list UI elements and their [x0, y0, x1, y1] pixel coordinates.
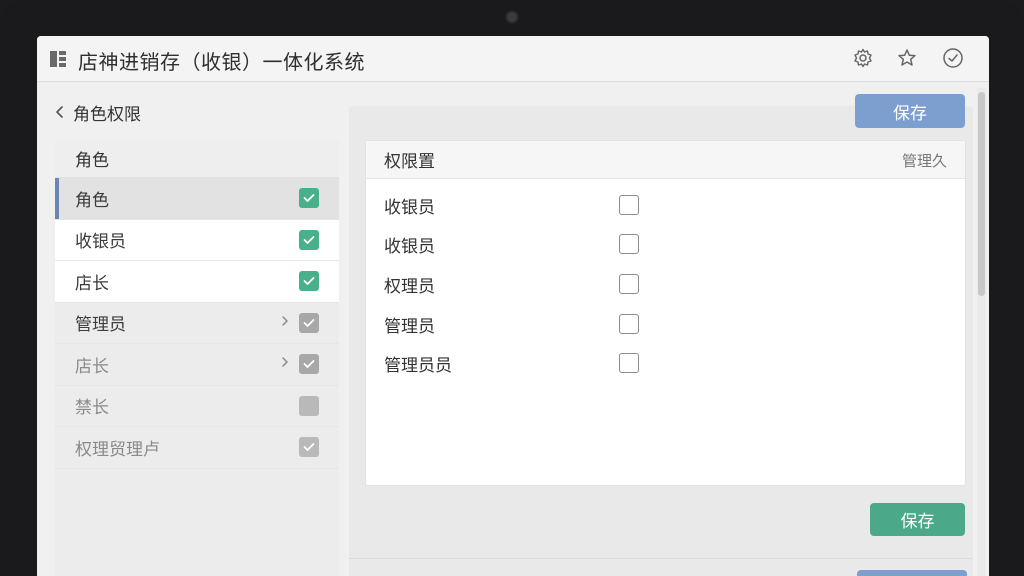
role-row-6[interactable]: 权理贸理卢 — [55, 427, 339, 469]
app-window: 店神进销存（收银）一体化系统 角色权限 角色 角色 收银员 店长 管理员 店长 … — [37, 36, 989, 576]
settings-button[interactable] — [851, 46, 875, 70]
permission-checkbox-1[interactable] — [619, 234, 639, 254]
permission-checkbox-2[interactable] — [619, 274, 639, 294]
grid-icon — [50, 51, 66, 67]
permission-row-1: 收银员 — [384, 230, 435, 258]
permission-checkbox-3[interactable] — [619, 314, 639, 334]
permission-checkbox-0[interactable] — [619, 195, 639, 215]
role-row-3[interactable]: 管理员 — [55, 302, 339, 344]
permission-label: 管理员 — [384, 316, 435, 337]
permission-row-4: 管理员员 — [384, 349, 452, 377]
role-checkbox-3[interactable] — [299, 312, 319, 333]
favorite-button[interactable] — [895, 46, 919, 70]
chevron-right-icon — [281, 356, 289, 372]
roles-header: 角色 — [55, 140, 339, 178]
role-row-1[interactable]: 收银员 — [55, 219, 339, 261]
check-circle-icon — [943, 48, 963, 68]
scrollbar[interactable] — [977, 88, 986, 576]
chevron-left-icon — [56, 106, 63, 118]
camera — [507, 12, 517, 22]
role-checkbox-0[interactable] — [299, 188, 319, 209]
checkmark-icon — [303, 277, 315, 286]
permission-label: 收银员 — [384, 197, 435, 218]
permission-label: 收银员 — [384, 236, 435, 257]
checkmark-icon — [303, 235, 315, 244]
save-button-top[interactable]: 保存 — [855, 94, 965, 128]
role-checkbox-6[interactable] — [299, 437, 319, 458]
role-row-4[interactable]: 店长 — [55, 344, 339, 386]
app-title: 店神进销存（收银）一体化系统 — [78, 50, 365, 74]
checkmark-icon — [303, 443, 315, 452]
role-row-2[interactable]: 店长 — [55, 261, 339, 303]
permissions-panel: 权限置 管理久 收银员 收银员 权理员 管理员 管理员员 — [365, 140, 966, 486]
role-row-5[interactable]: 禁长 — [55, 385, 339, 427]
role-checkbox-2[interactable] — [299, 271, 319, 292]
save-button-bottom[interactable]: 保存 — [870, 503, 965, 536]
checkmark-icon — [303, 360, 315, 369]
second-save-button[interactable] — [857, 570, 967, 576]
permissions-title: 权限置 — [384, 152, 435, 172]
permission-checkbox-4[interactable] — [619, 353, 639, 373]
status-button[interactable] — [941, 46, 965, 70]
permission-label: 权理员 — [384, 276, 435, 297]
gear-icon — [854, 48, 872, 68]
scrollbar-thumb[interactable] — [978, 92, 985, 296]
breadcrumb[interactable]: 角色权限 — [55, 100, 141, 125]
permission-row-3: 管理员 — [384, 310, 435, 338]
permission-label: 管理员员 — [384, 355, 452, 376]
star-icon — [898, 49, 916, 66]
roles-panel: 角色 角色 收银员 店长 管理员 店长 禁长 权理贸理卢 — [55, 140, 339, 576]
title-bar: 店神进销存（收银）一体化系统 — [37, 36, 989, 82]
role-row-0[interactable]: 角色 — [55, 178, 339, 220]
checkmark-icon — [303, 194, 315, 203]
permission-row-2: 权理员 — [384, 270, 435, 298]
chevron-right-icon — [281, 315, 289, 331]
permissions-header: 权限置 管理久 — [366, 141, 965, 179]
role-checkbox-1[interactable] — [299, 229, 319, 250]
checkmark-icon — [303, 318, 315, 327]
permissions-header-action[interactable]: 管理久 — [902, 150, 947, 171]
breadcrumb-label: 角色权限 — [73, 104, 141, 125]
permission-row-0: 收银员 — [384, 191, 435, 219]
role-checkbox-4[interactable] — [299, 354, 319, 375]
role-checkbox-5[interactable] — [299, 395, 319, 416]
